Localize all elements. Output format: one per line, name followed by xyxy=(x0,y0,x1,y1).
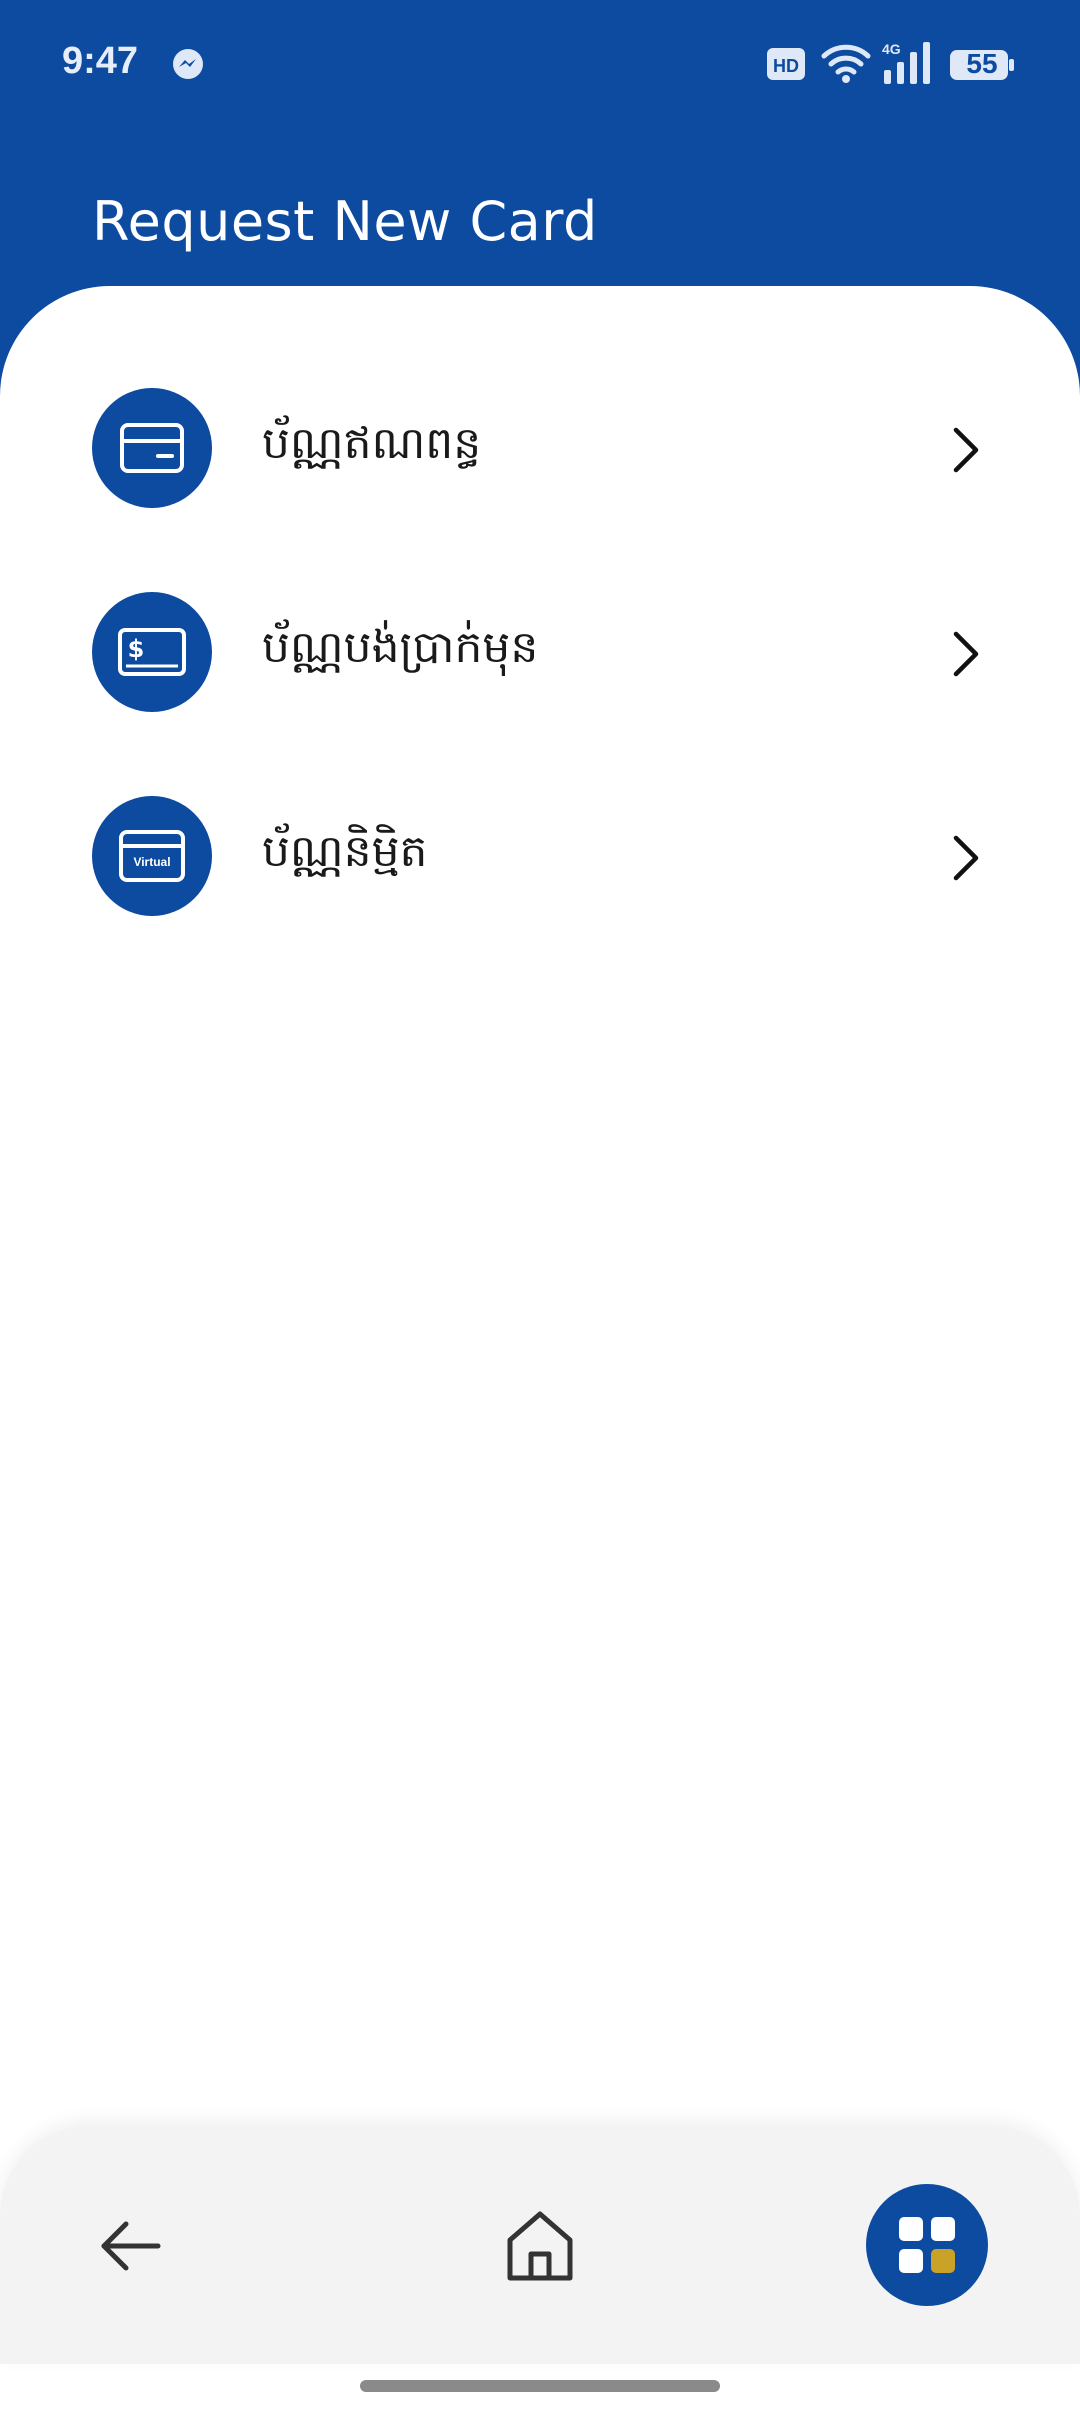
chevron-right-icon xyxy=(953,835,979,881)
menu-item-prepaid-card[interactable]: $ ប័ណ្ណបង់ប្រាក់មុន xyxy=(0,572,1080,732)
battery-level: 55 xyxy=(966,48,998,79)
back-icon[interactable] xyxy=(90,2206,170,2286)
debit-card-icon-circle xyxy=(92,388,212,508)
status-bar: 9:47 HD 4G 55 xyxy=(0,0,1080,130)
virtual-icon-text: Virtual xyxy=(133,855,170,869)
debit-card-icon xyxy=(120,423,184,473)
signal-icon: 4G xyxy=(882,41,930,84)
hd-label: HD xyxy=(773,56,799,76)
prepaid-card-icon: $ xyxy=(118,628,186,676)
menu-item-label: ប័ណ្ណនិម្មិត xyxy=(262,826,428,877)
apps-grid-icon xyxy=(899,2217,955,2273)
home-icon[interactable] xyxy=(500,2204,580,2288)
chevron-right-icon xyxy=(953,427,979,473)
messenger-icon xyxy=(173,49,203,79)
hd-icon: HD xyxy=(767,48,805,80)
prepaid-card-icon-circle: $ xyxy=(92,592,212,712)
chevron-right-icon xyxy=(953,631,979,677)
apps-button[interactable] xyxy=(866,2184,988,2306)
bottom-nav xyxy=(0,2126,1080,2364)
page-title: Request New Card xyxy=(92,190,598,253)
svg-text:$: $ xyxy=(128,635,145,663)
status-time: 9:47 xyxy=(62,40,139,82)
menu-item-label: ប័ណ្ណឥណពន្ធ xyxy=(262,418,482,469)
network-label: 4G xyxy=(882,41,901,57)
menu-item-label: ប័ណ្ណបង់ប្រាក់មុន xyxy=(262,622,539,673)
menu-item-virtual-card[interactable]: Virtual ប័ណ្ណនិម្មិត xyxy=(0,776,1080,936)
main-content: ប័ណ្ណឥណពន្ធ $ ប័ណ្ណបង់ប្រាក់មុន Virtual xyxy=(0,286,1080,2414)
home-indicator[interactable] xyxy=(360,2380,720,2392)
virtual-card-icon-circle: Virtual xyxy=(92,796,212,916)
virtual-card-icon: Virtual xyxy=(119,830,185,882)
wifi-icon xyxy=(821,44,871,83)
menu-item-debit-card[interactable]: ប័ណ្ណឥណពន្ធ xyxy=(0,368,1080,528)
